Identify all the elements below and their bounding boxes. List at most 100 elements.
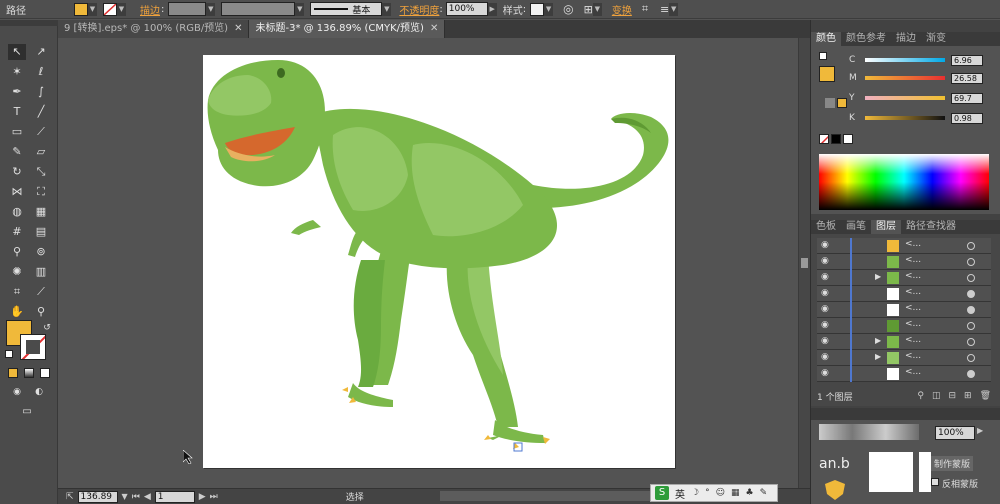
align-dropdown[interactable]: ▼ (592, 2, 602, 16)
tab-color-guide[interactable]: 颜色参考 (841, 32, 891, 46)
tab-document-1[interactable]: 9 [转换].eps* @ 100% (RGB/预览) ✕ (58, 20, 250, 38)
fill-swatch[interactable] (74, 2, 88, 16)
black-slider[interactable]: K 0.98 (849, 112, 983, 124)
invert-mask-checkbox[interactable] (931, 478, 939, 486)
tab-document-2[interactable]: 未标题-3* @ 136.89% (CMYK/预览) ✕ (249, 20, 446, 38)
magic-wand-tool-icon[interactable]: ✶ (8, 64, 26, 80)
transparency-opacity-field[interactable]: 100% (935, 426, 975, 440)
panel-last-color[interactable] (837, 98, 847, 108)
pencil-tool-icon[interactable]: ✎ (8, 144, 26, 160)
eye-icon[interactable]: ◉ (821, 320, 831, 330)
keyboard-icon[interactable]: ▦ (731, 488, 740, 498)
layer-row[interactable]: ◉ <... (817, 286, 991, 302)
gradient-tool-icon[interactable]: ▤ (32, 224, 50, 240)
artboard-nav-icon[interactable]: ⇱ (66, 492, 74, 502)
close-icon[interactable]: ✕ (430, 20, 438, 38)
eye-icon[interactable]: ◉ (821, 352, 831, 362)
fill-dropdown[interactable]: ▼ (88, 2, 97, 16)
brush-profile-field[interactable]: 基本 (310, 2, 383, 16)
skin-icon[interactable]: ♣ (745, 488, 753, 498)
curvature-tool-icon[interactable]: ∫ (32, 84, 50, 100)
blend-tool-icon[interactable]: ⊚ (32, 244, 50, 260)
scale-tool-icon[interactable]: ⤡ (32, 164, 50, 180)
rectangle-tool-icon[interactable]: ▭ (8, 124, 26, 140)
eye-icon[interactable]: ◉ (821, 256, 831, 266)
tab-brushes[interactable]: 画笔 (841, 220, 871, 234)
ime-mode-label[interactable]: 英 (675, 486, 685, 501)
layer-row[interactable]: ◉ ▶ <... (817, 350, 991, 366)
eye-icon[interactable]: ◉ (821, 304, 831, 314)
close-icon[interactable]: ✕ (234, 20, 242, 38)
eyedropper-tool-icon[interactable]: ⚲ (8, 244, 26, 260)
expand-arrow-icon[interactable]: ▶ (875, 336, 881, 345)
tools-grip[interactable] (0, 20, 58, 26)
transform-link[interactable]: 变换 (612, 2, 632, 17)
tab-color[interactable]: 颜色 (811, 32, 841, 46)
target-icon[interactable] (967, 370, 975, 378)
first-artboard-icon[interactable]: ⏮ (132, 492, 140, 502)
style-dropdown[interactable]: ▼ (544, 2, 554, 16)
punct-icon[interactable]: ° (705, 488, 710, 498)
zoom-tool-icon[interactable]: ⚲ (32, 304, 50, 320)
style-swatch[interactable] (530, 2, 545, 16)
yellow-slider[interactable]: Y 69.7 (849, 92, 983, 104)
target-icon[interactable] (967, 322, 975, 330)
smile-icon[interactable]: ☺ (716, 488, 725, 498)
black-track[interactable] (865, 116, 945, 120)
layer-row[interactable]: ◉ <... (817, 366, 991, 382)
mask-link-icon[interactable] (919, 452, 931, 492)
opacity-field[interactable]: 100% (445, 2, 488, 16)
dinosaur-illustration[interactable] (203, 55, 675, 468)
layer-row[interactable]: ◉ <... (817, 254, 991, 270)
slice-tool-icon[interactable]: ⟋ (32, 284, 50, 300)
panel-menu-icon[interactable]: ≡ (660, 3, 669, 16)
magenta-slider[interactable]: M 26.58 (849, 72, 983, 84)
type-tool-icon[interactable]: T (8, 104, 26, 120)
eye-icon[interactable]: ◉ (821, 368, 831, 378)
expand-arrow-icon[interactable]: ▶ (875, 272, 881, 281)
opacity-dropdown[interactable]: ▶ (487, 2, 497, 16)
tab-swatches[interactable]: 色板 (811, 220, 841, 234)
zoom-dropdown[interactable]: ▼ (122, 492, 128, 501)
shape-builder-tool-icon[interactable]: ◍ (8, 204, 26, 220)
tab-gradient[interactable]: 渐变 (921, 32, 951, 46)
prev-artboard-icon[interactable]: ◀ (144, 492, 151, 502)
magenta-value[interactable]: 26.58 (951, 72, 983, 84)
target-icon[interactable] (967, 290, 975, 298)
paintbrush-tool-icon[interactable]: ⟋ (32, 124, 50, 140)
delete-layer-icon[interactable]: 🗑 (980, 391, 991, 401)
eye-icon[interactable]: ◉ (821, 240, 831, 250)
direct-selection-tool-icon[interactable]: ↗ (32, 44, 50, 60)
stroke-weight-dropdown[interactable]: ▼ (206, 2, 216, 16)
eraser-tool-icon[interactable]: ▱ (32, 144, 50, 160)
layer-row[interactable]: ◉ <... (817, 238, 991, 254)
black-value[interactable]: 0.98 (951, 112, 983, 124)
isolate-icon[interactable]: ⌗ (642, 2, 648, 16)
eye-icon[interactable]: ◉ (821, 336, 831, 346)
free-transform-tool-icon[interactable]: ⛶ (32, 184, 50, 200)
rotate-tool-icon[interactable]: ↻ (8, 164, 26, 180)
zoom-field[interactable]: 136.89 (77, 490, 118, 503)
tab-pathfinder[interactable]: 路径查找器 (901, 220, 961, 234)
stroke-link[interactable]: 描边 (140, 2, 160, 17)
yellow-track[interactable] (865, 96, 945, 100)
selection-tool-icon[interactable]: ↖ (8, 44, 26, 60)
eye-icon[interactable]: ◉ (821, 288, 831, 298)
make-mask-button[interactable]: 制作蒙版 (931, 456, 974, 471)
color-mode-icon[interactable] (8, 368, 18, 378)
none-swatch-icon[interactable] (819, 134, 829, 144)
perspective-grid-tool-icon[interactable]: ▦ (32, 204, 50, 220)
screen-mode-icon[interactable]: ▭ (18, 404, 36, 420)
panel-menu-dropdown[interactable]: ▼ (669, 2, 679, 16)
mesh-tool-icon[interactable]: # (8, 224, 26, 240)
target-icon[interactable] (967, 242, 975, 250)
object-thumbnail[interactable] (869, 452, 913, 492)
panel-fill-swatch[interactable] (819, 66, 835, 82)
artboard-number-field[interactable]: 1 (154, 490, 195, 503)
lasso-tool-icon[interactable]: ℓ (32, 64, 50, 80)
layer-row[interactable]: ◉ ▶ <... (817, 334, 991, 350)
moon-icon[interactable]: ☽ (691, 488, 699, 498)
brush-profile-dropdown[interactable]: ▼ (382, 2, 392, 16)
target-icon[interactable] (967, 338, 975, 346)
stroke-weight-field[interactable] (168, 2, 207, 16)
